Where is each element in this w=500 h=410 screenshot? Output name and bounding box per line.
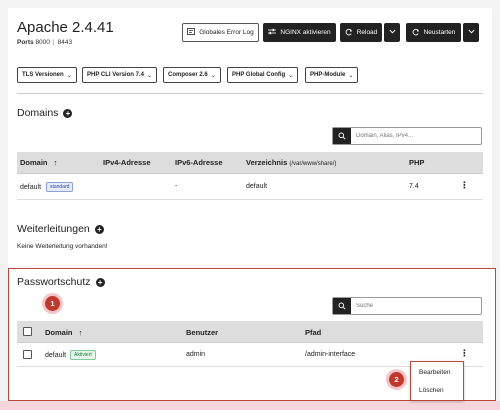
add-redirect-icon[interactable]: + <box>94 224 104 234</box>
domain-row-menu-icon[interactable]: ⋮ <box>460 181 469 190</box>
column-directory-hint: (/var/www/share/) <box>289 161 337 167</box>
step-marker-2: 2 <box>389 372 404 387</box>
column-domain-label: Domain <box>20 158 48 167</box>
restart-dropdown-toggle[interactable] <box>463 23 479 42</box>
column-domain-label: Domain <box>45 328 73 337</box>
port-http: 8000 <box>35 39 50 46</box>
error-log-label: Globales Error Log <box>199 29 254 36</box>
domains-search-input[interactable] <box>351 128 481 144</box>
reload-icon <box>345 28 353 38</box>
select-php-modules-label: PHP-Module <box>310 72 346 78</box>
select-composer-label: Composer 2.6 <box>168 72 208 78</box>
redirects-section-title: Weiterleitungen + <box>17 223 104 235</box>
row-checkbox[interactable] <box>23 350 32 359</box>
select-tls-label: TLS Versionen <box>22 72 64 78</box>
domains-section-title: Domains + <box>17 107 73 119</box>
menu-item-delete[interactable]: Löschen <box>419 387 444 394</box>
table-row: default Aktiviert <box>45 350 96 360</box>
column-domain[interactable]: Domain ↑ <box>20 158 57 167</box>
select-php-cli-label: PHP CLI Version 7.4 <box>87 72 144 78</box>
status-badge: standard <box>45 182 74 192</box>
log-icon <box>187 28 196 37</box>
menu-item-edit[interactable]: Bearbeiten <box>419 369 450 376</box>
step-marker-1: 1 <box>45 296 60 311</box>
domains-title: Domains <box>17 107 59 119</box>
column-domain[interactable]: Domain ↑ <box>45 328 82 337</box>
add-password-protection-icon[interactable]: + <box>95 277 105 287</box>
reload-label: Reload <box>356 29 378 36</box>
column-path: Pfad <box>305 328 322 337</box>
domain-php: 7.4 <box>409 183 419 190</box>
row-divider <box>17 199 483 200</box>
select-php-global-config[interactable]: PHP Global Config ⌄ <box>227 67 299 83</box>
ports-separator: | <box>52 39 55 46</box>
chevron-down-icon: ⌄ <box>348 72 354 79</box>
search-icon <box>338 132 346 140</box>
redirects-empty-message: Keine Weiterleitung vorhanden! <box>17 243 108 250</box>
row-context-menu: Bearbeiten Löschen <box>410 361 464 401</box>
password-title: Passwortschutz <box>17 276 91 288</box>
select-php-global-label: PHP Global Config <box>232 72 286 78</box>
select-tls-versions[interactable]: TLS Versionen ⌄ <box>17 67 77 83</box>
chevron-down-icon: ⌄ <box>210 72 216 79</box>
nginx-enable-button[interactable]: NGINX aktivieren <box>263 23 336 42</box>
chevron-down-icon <box>388 29 396 36</box>
port-https: 8443 <box>57 39 73 46</box>
select-php-modules[interactable]: PHP-Module ⌄ <box>305 67 359 83</box>
search-icon <box>338 302 346 310</box>
restart-icon <box>412 28 420 38</box>
domain-ipv6: - <box>175 183 178 190</box>
status-badge: Aktiviert <box>69 350 96 360</box>
password-section-title: Passwortschutz + <box>17 276 105 288</box>
column-ipv6: IPv6-Adresse <box>175 158 223 167</box>
add-domain-icon[interactable]: + <box>63 108 73 118</box>
password-domain[interactable]: default <box>45 352 66 359</box>
column-user: Benutzer <box>186 328 219 337</box>
password-row-menu-icon[interactable]: ⋮ <box>460 349 469 358</box>
sort-icon: ↑ <box>78 328 83 337</box>
chevron-down-icon: ⌄ <box>146 72 152 79</box>
restart-label: Neustarten <box>423 29 456 36</box>
chevron-down-icon: ⌄ <box>66 72 72 79</box>
chevron-down-icon: ⌄ <box>288 72 294 79</box>
chevron-down-icon <box>467 29 475 36</box>
password-user: admin <box>186 351 206 358</box>
sort-icon: ↑ <box>53 158 58 167</box>
reload-button[interactable]: Reload <box>340 23 382 42</box>
page-background: Apache 2.4.41 Ports 8000 | 8443 Globales E… <box>0 0 500 410</box>
domain-directory: default <box>246 183 268 190</box>
select-all-checkbox[interactable] <box>23 327 32 336</box>
page-title: Apache 2.4.41 <box>17 19 114 36</box>
divider <box>17 93 483 94</box>
select-php-cli[interactable]: PHP CLI Version 7.4 ⌄ <box>82 67 157 83</box>
select-composer[interactable]: Composer 2.6 ⌄ <box>163 67 221 83</box>
password-table-header <box>17 321 483 343</box>
sliders-icon <box>268 28 277 37</box>
search-button[interactable] <box>333 298 351 314</box>
ports-label: Ports <box>17 39 34 46</box>
error-log-button[interactable]: Globales Error Log <box>182 23 259 42</box>
domain-name[interactable]: default <box>20 184 41 191</box>
reload-dropdown-toggle[interactable] <box>384 23 400 42</box>
redirects-title: Weiterleitungen <box>17 223 90 235</box>
restart-button[interactable]: Neustarten <box>406 23 461 42</box>
column-directory-label: Verzeichnis <box>246 158 288 167</box>
ports-info: Ports 8000 | 8443 <box>17 39 72 46</box>
domains-search <box>332 127 482 145</box>
highlight-band <box>0 401 500 410</box>
column-php: PHP <box>409 158 425 167</box>
nginx-enable-label: NGINX aktivieren <box>280 29 331 36</box>
password-search-input[interactable] <box>351 298 481 314</box>
table-row: default standard <box>20 182 74 192</box>
search-button[interactable] <box>333 128 351 144</box>
password-search <box>332 297 482 315</box>
password-path: /admin-interface <box>305 351 356 358</box>
column-ipv4: IPv4-Adresse <box>103 158 151 167</box>
column-directory: Verzeichnis (/var/www/share/) <box>246 158 336 167</box>
